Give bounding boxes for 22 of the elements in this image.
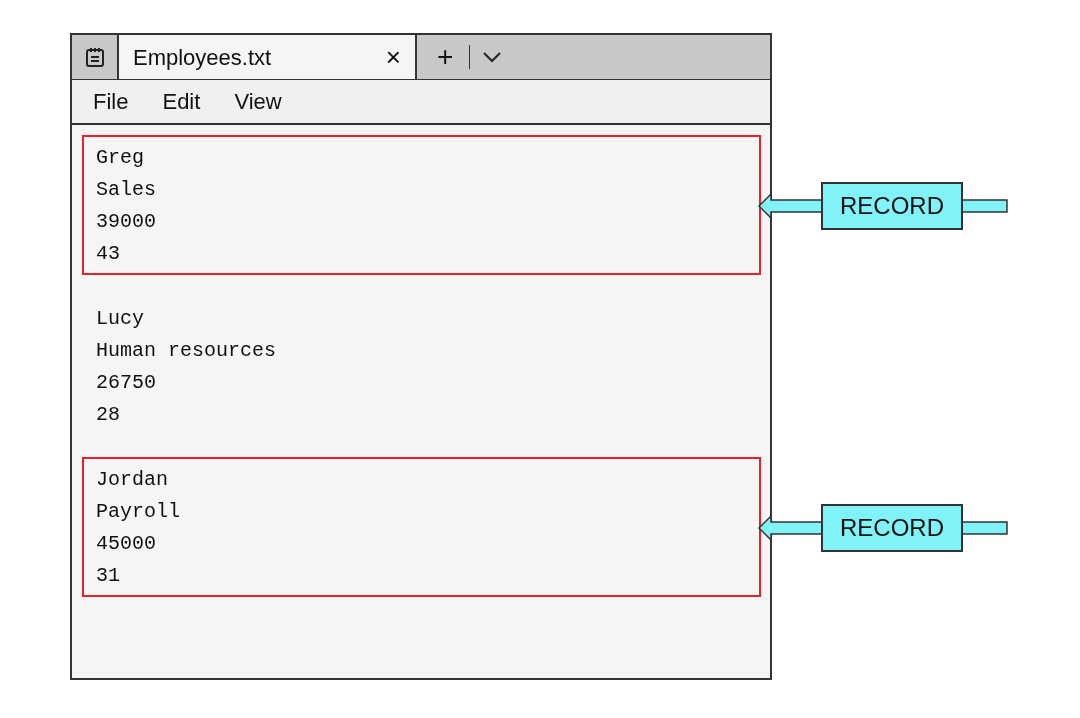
text-line: Greg (96, 145, 144, 171)
new-tab-button[interactable]: + (433, 43, 458, 71)
text-line: 39000 (96, 209, 156, 235)
text-line: Human resources (96, 338, 277, 364)
file-tab[interactable]: Employees.txt × (119, 35, 417, 79)
record-label: RECORD (821, 182, 963, 230)
text-line: 28 (96, 402, 120, 428)
text-line: Lucy (96, 306, 144, 332)
menu-item[interactable]: View (234, 85, 282, 118)
menu-item[interactable]: File (93, 85, 129, 118)
menu-item[interactable]: Edit (162, 85, 201, 118)
text-line: 43 (96, 241, 120, 267)
text-line: 31 (96, 563, 120, 589)
tab-title: Employees.txt (133, 43, 272, 72)
text-line: 45000 (96, 531, 156, 557)
chevron-down-icon[interactable] (482, 51, 503, 63)
record-label: RECORD (821, 504, 963, 552)
text-line: Jordan (96, 467, 168, 493)
close-button[interactable]: × (385, 44, 401, 70)
text-line: 26750 (96, 370, 156, 396)
text-line: Payroll (96, 499, 180, 525)
text-line: Sales (96, 177, 156, 203)
